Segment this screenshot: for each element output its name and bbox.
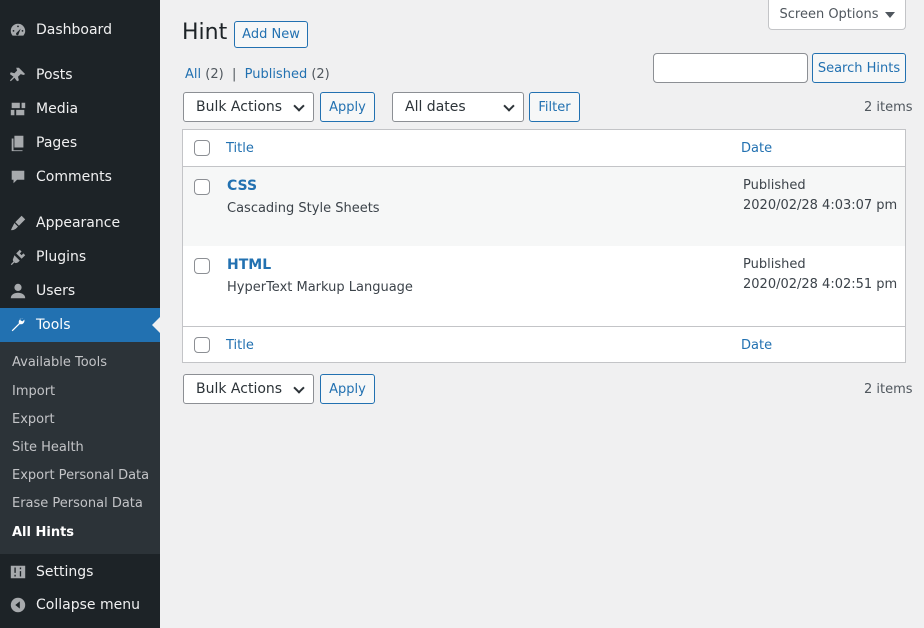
comment-icon [0, 168, 36, 186]
submenu-available-tools[interactable]: Available Tools [12, 355, 107, 370]
menu-item-settings[interactable]: Settings [0, 555, 160, 589]
submenu-all-hints[interactable]: All Hints [12, 525, 74, 540]
table-row: HTML HyperText Markup Language Published… [183, 246, 905, 325]
menu-label: Posts [36, 67, 73, 83]
submenu-import[interactable]: Import [12, 384, 55, 399]
dates-value: All dates [405, 99, 466, 115]
menu-label: Dashboard [36, 22, 112, 38]
items-count-bottom: 2 items [864, 382, 913, 397]
menu-item-tools[interactable]: Tools [0, 308, 160, 342]
submenu-site-health[interactable]: Site Health [12, 440, 84, 455]
menu-item-appearance[interactable]: Appearance [0, 206, 160, 240]
menu-item-comments[interactable]: Comments [0, 160, 160, 194]
submenu-erase-personal-data[interactable]: Erase Personal Data [12, 496, 143, 511]
row-date: 2020/02/28 4:03:07 pm [743, 198, 898, 213]
media-icon [0, 100, 36, 118]
bulk-actions-select-bottom[interactable]: Bulk Actions [183, 374, 314, 404]
menu-label: Pages [36, 135, 78, 151]
table-footer: Title Date [183, 326, 905, 363]
menu-item-plugins[interactable]: Plugins [0, 240, 160, 274]
menu-label: Appearance [36, 215, 121, 231]
row-status: Published [743, 257, 806, 272]
column-date-header[interactable]: Date [741, 141, 772, 156]
admin-sidebar: Dashboard Posts Media Pages Comments App… [0, 0, 160, 628]
filter-all-link[interactable]: All [185, 67, 201, 82]
page-title: Hint [182, 20, 228, 45]
bulk-actions-select-top[interactable]: Bulk Actions [183, 92, 314, 122]
plug-icon [0, 248, 36, 266]
filter-button[interactable]: Filter [529, 92, 580, 122]
filter-all-label: All [185, 67, 202, 82]
add-new-button[interactable]: Add New [234, 21, 308, 48]
table-header: Title Date [183, 130, 905, 167]
caret-down-icon [884, 11, 895, 18]
menu-label: Comments [36, 169, 112, 185]
row-date: 2020/02/28 4:02:51 pm [743, 277, 898, 292]
menu-label: Media [36, 101, 79, 117]
menu-label: Collapse menu [36, 597, 140, 613]
submenu-export[interactable]: Export [12, 412, 55, 427]
table-row: CSS Cascading Style Sheets Published 202… [183, 167, 905, 246]
screen-options-label: Screen Options [779, 7, 879, 22]
collapse-menu-button[interactable]: Collapse menu [0, 588, 160, 622]
menu-item-pages[interactable]: Pages [0, 126, 160, 160]
row-checkbox[interactable] [194, 179, 210, 195]
filter-all-count: (2) [205, 67, 224, 82]
dashboard-icon [0, 21, 36, 39]
filter-published-count: (2) [311, 67, 330, 82]
apply-button-top[interactable]: Apply [320, 92, 375, 122]
menu-label: Users [36, 283, 76, 299]
menu-label: Plugins [36, 249, 87, 265]
menu-item-posts[interactable]: Posts [0, 58, 160, 92]
wrench-icon [0, 316, 36, 334]
row-title-link[interactable]: HTML [227, 257, 271, 273]
tools-submenu: Available Tools Import Export Site Healt… [0, 342, 160, 554]
row-status: Published [743, 178, 806, 193]
menu-label: Settings [36, 564, 94, 580]
search-input[interactable] [653, 53, 808, 83]
brush-icon [0, 214, 36, 232]
filter-published-link[interactable]: Published [245, 67, 308, 82]
dates-select[interactable]: All dates [392, 92, 524, 122]
filter-published-label: Published [244, 67, 308, 82]
row-description: Cascading Style Sheets [227, 201, 380, 216]
submenu-export-personal-data[interactable]: Export Personal Data [12, 468, 149, 483]
column-date-footer[interactable]: Date [741, 338, 772, 353]
row-checkbox[interactable] [194, 258, 210, 274]
menu-item-dashboard[interactable]: Dashboard [0, 13, 160, 47]
collapse-icon [0, 596, 36, 614]
bulk-actions-value: Bulk Actions [196, 99, 283, 115]
items-count-top: 2 items [864, 100, 913, 115]
pages-icon [0, 134, 36, 152]
apply-button-bottom[interactable]: Apply [320, 374, 375, 404]
chevron-down-icon [293, 100, 305, 112]
screen-options-button[interactable]: Screen Options [768, 0, 906, 30]
row-description: HyperText Markup Language [227, 280, 413, 295]
select-all-checkbox[interactable] [194, 140, 210, 156]
bulk-actions-value: Bulk Actions [196, 381, 283, 397]
menu-item-media[interactable]: Media [0, 92, 160, 126]
hints-table: Title Date CSS Cascading Style Sheets Pu… [182, 129, 906, 363]
menu-item-users[interactable]: Users [0, 274, 160, 308]
status-filter-links: All (2) | Published (2) [185, 67, 330, 82]
main-content: Hint Add New Screen Options All (2) | Pu… [160, 0, 924, 628]
menu-label: Tools [36, 317, 71, 333]
chevron-down-icon [293, 382, 305, 394]
filter-separator: | [231, 67, 237, 82]
search-hints-button[interactable]: Search Hints [812, 53, 906, 83]
settings-icon [0, 563, 36, 581]
row-title-link[interactable]: CSS [227, 178, 257, 194]
user-icon [0, 282, 36, 300]
select-all-checkbox-bottom[interactable] [194, 337, 210, 353]
column-title-header[interactable]: Title [226, 141, 254, 156]
column-title-footer[interactable]: Title [226, 338, 254, 353]
chevron-down-icon [503, 100, 515, 112]
pin-icon [0, 66, 36, 84]
